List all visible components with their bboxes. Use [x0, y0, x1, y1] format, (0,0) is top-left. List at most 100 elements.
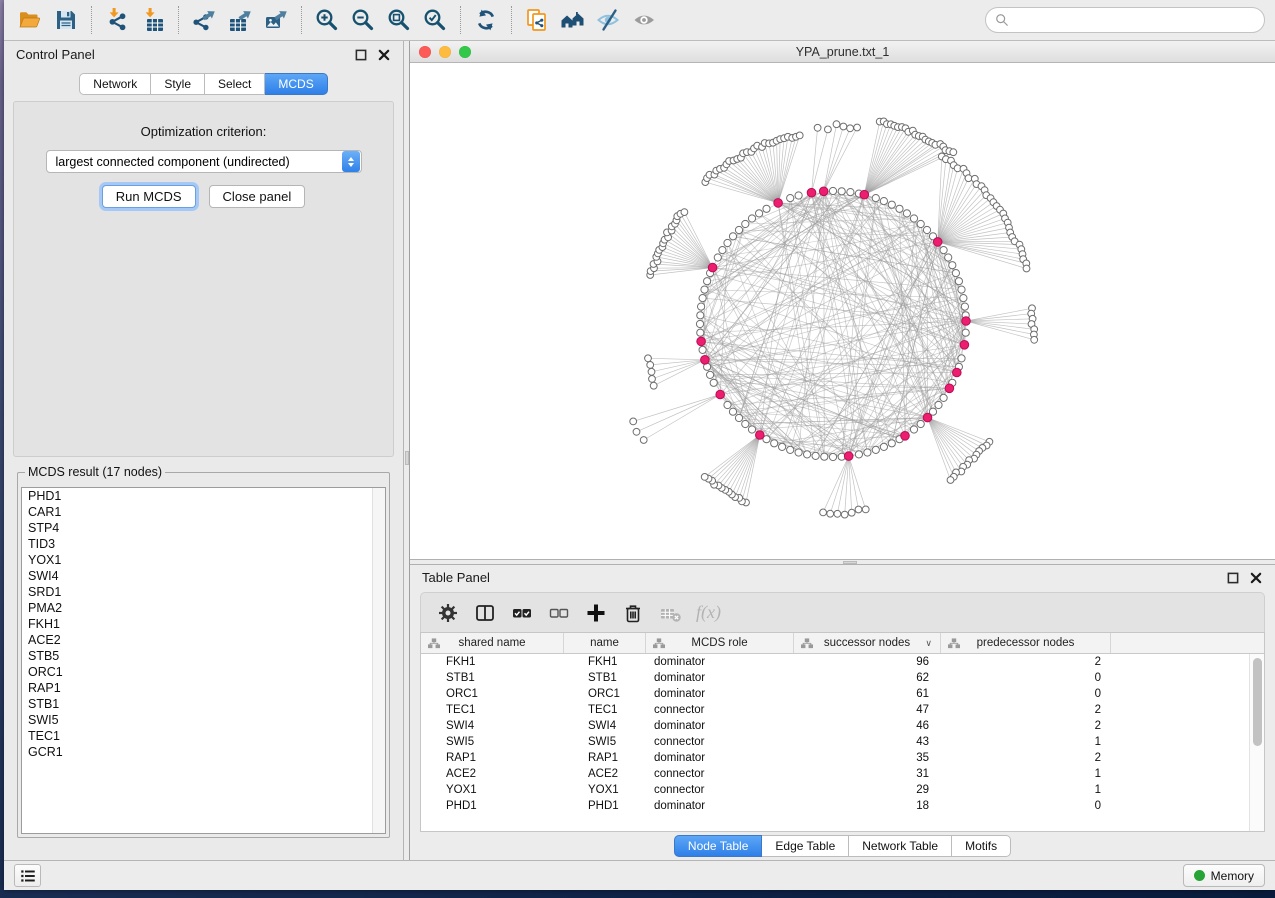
table-row[interactable]: STB1STB1dominator620	[421, 670, 1249, 686]
export-network-button[interactable]	[188, 4, 220, 36]
mcds-result-item[interactable]: GCR1	[22, 744, 385, 760]
application-window: Control Panel NetworkStyleSelectMCDS O	[4, 0, 1275, 890]
show-all-button[interactable]	[629, 4, 661, 36]
tab-network-table[interactable]: Network Table	[849, 835, 952, 857]
table-row[interactable]: FKH1FKH1dominator962	[421, 654, 1249, 670]
first-neighbors-button[interactable]	[557, 4, 589, 36]
memory-button[interactable]: Memory	[1183, 864, 1265, 887]
table-float-button[interactable]	[1226, 571, 1240, 585]
table-row[interactable]: ACE2ACE2connector311	[421, 766, 1249, 782]
network-window-title: YPA_prune.txt_1	[410, 45, 1275, 59]
mcds-result-item[interactable]: SRD1	[22, 584, 385, 600]
float-icon	[1227, 572, 1239, 584]
export-table-button[interactable]	[224, 4, 256, 36]
table-row[interactable]: TEC1TEC1connector472	[421, 702, 1249, 718]
mcds-result-item[interactable]: CAR1	[22, 504, 385, 520]
add-row-button[interactable]	[581, 598, 611, 628]
tab-style[interactable]: Style	[151, 73, 205, 95]
table-row[interactable]: SWI4SWI4dominator462	[421, 718, 1249, 734]
select-all-button[interactable]	[507, 598, 537, 628]
mcds-result-item[interactable]: RAP1	[22, 680, 385, 696]
toolbar-separator	[460, 6, 461, 34]
export-image-button[interactable]	[260, 4, 292, 36]
tab-edge-table[interactable]: Edge Table	[762, 835, 849, 857]
task-history-button[interactable]	[14, 864, 41, 887]
mcds-result-item[interactable]: YOX1	[22, 552, 385, 568]
optimization-criterion-label: Optimization criterion:	[141, 124, 267, 139]
save-session-icon	[53, 7, 79, 33]
mcds-result-item[interactable]: SWI5	[22, 712, 385, 728]
columns-icon	[473, 601, 497, 625]
import-table-button[interactable]	[137, 4, 169, 36]
float-panel-button[interactable]	[354, 48, 368, 62]
select-all-icon	[510, 601, 534, 625]
delete-row-icon	[621, 601, 645, 625]
close-panel-button[interactable]	[377, 48, 391, 62]
hide-selected-button[interactable]	[593, 4, 625, 36]
mcds-result-item[interactable]: PHD1	[22, 488, 385, 504]
table-row[interactable]: ORC1ORC1dominator610	[421, 686, 1249, 702]
delete-row-button[interactable]	[618, 598, 648, 628]
network-graph[interactable]	[410, 63, 1275, 559]
table-row[interactable]: YOX1YOX1connector291	[421, 782, 1249, 798]
hide-selected-icon	[596, 7, 622, 33]
table-row[interactable]: RAP1RAP1dominator352	[421, 750, 1249, 766]
mcds-result-item[interactable]: PMA2	[22, 600, 385, 616]
run-mcds-button[interactable]: Run MCDS	[102, 185, 196, 208]
network-window-titlebar: YPA_prune.txt_1	[410, 41, 1275, 63]
tab-select[interactable]: Select	[205, 73, 265, 95]
column-header-successor-nodes[interactable]: successor nodes∨	[794, 633, 941, 653]
duplicate-network-button[interactable]	[521, 4, 553, 36]
save-session-button[interactable]	[50, 4, 82, 36]
table-row[interactable]: PHD1PHD1dominator180	[421, 798, 1249, 814]
search-icon	[995, 13, 1009, 27]
tab-mcds[interactable]: MCDS	[265, 73, 327, 95]
mcds-list-scrollbar[interactable]	[372, 488, 385, 833]
refresh-network-button[interactable]	[470, 4, 502, 36]
horizontal-splitter[interactable]	[410, 559, 1275, 565]
mcds-result-item[interactable]: TEC1	[22, 728, 385, 744]
import-network-button[interactable]	[101, 4, 133, 36]
search-box[interactable]	[985, 7, 1265, 33]
column-header-name[interactable]: name	[564, 633, 646, 653]
zoom-fit-button[interactable]	[383, 4, 415, 36]
table-panel-title: Table Panel	[422, 570, 490, 585]
gear-button[interactable]	[433, 598, 463, 628]
close-panel-action-button[interactable]: Close panel	[209, 185, 306, 208]
mcds-result-item[interactable]: SWI4	[22, 568, 385, 584]
table-row[interactable]: SWI5SWI5connector431	[421, 734, 1249, 750]
tab-motifs[interactable]: Motifs	[952, 835, 1011, 857]
optimization-criterion-select[interactable]: largest connected component (undirected)	[46, 150, 362, 173]
mcds-result-list[interactable]: PHD1CAR1STP4TID3YOX1SWI4SRD1PMA2FKH1ACE2…	[21, 487, 386, 834]
vertical-splitter[interactable]	[403, 41, 410, 860]
zoom-selected-button[interactable]	[419, 4, 451, 36]
network-canvas[interactable]	[410, 63, 1275, 559]
search-input[interactable]	[1015, 13, 1255, 27]
mcds-result-item[interactable]: ACE2	[22, 632, 385, 648]
column-header-shared-name[interactable]: shared name	[421, 633, 564, 653]
table-close-button[interactable]	[1249, 571, 1263, 585]
columns-button[interactable]	[470, 598, 500, 628]
zoom-in-button[interactable]	[311, 4, 343, 36]
export-table-icon	[227, 7, 253, 33]
add-row-icon	[584, 601, 608, 625]
open-session-button[interactable]	[14, 4, 46, 36]
mcds-result-item[interactable]: TID3	[22, 536, 385, 552]
tab-node-table[interactable]: Node Table	[674, 835, 763, 857]
column-header-MCDS-role[interactable]: MCDS role	[646, 633, 794, 653]
table-scrollbar[interactable]	[1249, 654, 1264, 831]
mcds-result-item[interactable]: FKH1	[22, 616, 385, 632]
table-scrollbar-thumb[interactable]	[1253, 658, 1262, 746]
unselect-all-button[interactable]	[544, 598, 574, 628]
tab-network[interactable]: Network	[79, 73, 151, 95]
close-icon	[378, 49, 390, 61]
column-header-predecessor-nodes[interactable]: predecessor nodes	[941, 633, 1111, 653]
function-builder-icon: f(x)	[692, 602, 725, 623]
mcds-result-item[interactable]: ORC1	[22, 664, 385, 680]
mcds-result-item[interactable]: STP4	[22, 520, 385, 536]
zoom-out-button[interactable]	[347, 4, 379, 36]
hierarchy-icon	[653, 638, 665, 649]
import-network-icon	[104, 7, 130, 33]
mcds-result-item[interactable]: STB1	[22, 696, 385, 712]
mcds-result-item[interactable]: STB5	[22, 648, 385, 664]
